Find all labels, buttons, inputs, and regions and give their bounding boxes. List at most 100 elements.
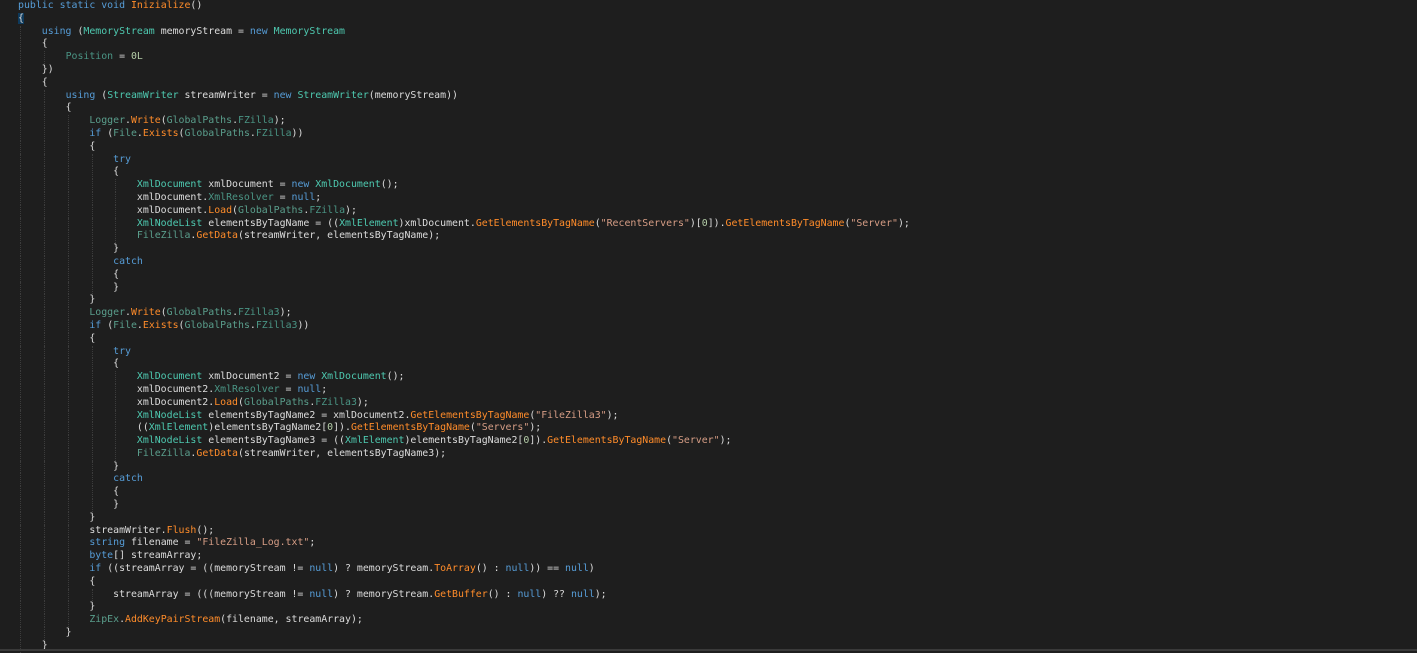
code-line[interactable]: XmlNodeList elementsByTagName2 = xmlDocu… <box>0 409 1417 423</box>
code-line[interactable]: catch <box>0 255 1417 269</box>
code-line[interactable]: public static void Inizialize() <box>0 0 1417 13</box>
code-line[interactable]: } <box>0 627 1417 640</box>
indent-guide <box>91 153 93 167</box>
code-line[interactable]: try <box>0 345 1417 359</box>
code-line[interactable]: Position = 0L <box>0 51 1417 64</box>
code-line[interactable]: }) <box>0 63 1417 77</box>
indent-guide <box>20 422 21 436</box>
code-line[interactable]: catch <box>0 473 1417 487</box>
code-line[interactable]: Logger.Write(GlobalPaths.FZilla); <box>0 115 1417 128</box>
code-line[interactable]: } <box>0 243 1417 256</box>
indent-guide <box>20 268 21 282</box>
code-line[interactable]: } <box>0 511 1417 525</box>
code-token: } <box>113 243 120 255</box>
code-token: new <box>273 89 298 101</box>
code-line[interactable]: xmlDocument2.XmlResolver = null; <box>0 383 1417 397</box>
code-line[interactable]: FileZilla.GetData(streamWriter, elements… <box>0 230 1417 244</box>
code-token: try <box>113 345 131 357</box>
indent-guide <box>91 371 93 384</box>
code-token: GlobalPaths <box>243 396 310 408</box>
code-line[interactable]: if ((streamArray = ((memoryStream != nul… <box>0 563 1417 576</box>
code-line[interactable]: { <box>0 38 1417 52</box>
code-line[interactable]: { <box>0 166 1417 180</box>
indent-guide <box>67 447 69 461</box>
code-line[interactable]: Logger.Write(GlobalPaths.FZilla3); <box>0 307 1417 320</box>
code-line[interactable]: if (File.Exists(GlobalPaths.FZilla)) <box>0 127 1417 141</box>
indent-guide <box>43 499 45 512</box>
code-line[interactable]: streamWriter.Flush(); <box>0 524 1417 538</box>
indent-guide <box>67 307 69 320</box>
code-token: null <box>309 563 334 575</box>
code-token: (); <box>196 524 215 536</box>
indent-guide <box>115 204 117 218</box>
code-line[interactable]: { <box>0 332 1417 346</box>
code-line[interactable]: XmlDocument xmlDocument = new XmlDocumen… <box>0 179 1417 192</box>
code-token: GetElementsByTagName <box>350 422 470 434</box>
code-token: ]). <box>529 435 548 447</box>
code-line[interactable]: if (File.Exists(GlobalPaths.FZilla3)) <box>0 319 1417 333</box>
code-line[interactable]: try <box>0 153 1417 167</box>
indent-guide <box>20 102 21 116</box>
indent-guide <box>115 179 117 192</box>
code-line[interactable]: streamArray = (((memoryStream != null) ?… <box>0 588 1417 602</box>
indent-guide <box>67 281 69 295</box>
code-line[interactable]: xmlDocument.Load(GlobalPaths.FZilla); <box>0 204 1417 218</box>
code-line[interactable]: { <box>0 76 1417 90</box>
indent-guide <box>43 396 45 410</box>
code-line[interactable]: XmlNodeList elementsByTagName3 = ((XmlEl… <box>0 435 1417 448</box>
code-line[interactable]: } <box>0 294 1417 308</box>
code-line[interactable]: { <box>0 358 1417 372</box>
code-token: ); <box>529 422 542 434</box>
code-line[interactable]: { <box>0 575 1417 589</box>
code-line[interactable]: } <box>0 460 1417 474</box>
code-line[interactable]: using (MemoryStream memoryStream = new M… <box>0 25 1417 39</box>
code-token: new <box>291 179 316 191</box>
code-line[interactable]: { <box>0 486 1417 500</box>
indent-guide <box>43 460 45 474</box>
code-line[interactable]: { <box>0 140 1417 154</box>
indent-guide <box>67 614 69 628</box>
code-line[interactable]: xmlDocument2.Load(GlobalPaths.FZilla3); <box>0 396 1417 410</box>
code-line[interactable]: byte[] streamArray; <box>0 550 1417 564</box>
code-token: StreamWriter <box>297 89 369 101</box>
code-line[interactable]: { <box>0 268 1417 282</box>
code-token: null <box>309 588 334 600</box>
indent-guide <box>91 422 93 436</box>
code-token: null <box>291 191 316 203</box>
code-line[interactable]: { <box>0 102 1417 116</box>
code-line[interactable]: { <box>0 12 1417 26</box>
indent-guide <box>20 358 21 372</box>
code-line[interactable]: using (StreamWriter streamWriter = new S… <box>0 89 1417 103</box>
code-line[interactable]: string filename = "FileZilla_Log.txt"; <box>0 537 1417 551</box>
indent-guide <box>20 307 21 320</box>
code-line[interactable]: FileZilla.GetData(streamWriter, elements… <box>0 447 1417 461</box>
code-line[interactable]: ((XmlElement)elementsByTagName2[0]).GetE… <box>0 422 1417 436</box>
indent-guide <box>67 499 69 512</box>
code-token: ) ? memoryStream. <box>333 588 435 600</box>
code-editor[interactable]: public static void Inizialize(){ using (… <box>0 0 1417 653</box>
code-token: if <box>89 319 108 331</box>
code-line[interactable]: } <box>0 499 1417 512</box>
code-token: GetElementsByTagName <box>547 435 667 447</box>
code-token: = <box>113 51 131 63</box>
indent-guide <box>20 153 21 167</box>
code-line[interactable]: } <box>0 281 1417 295</box>
indent-guide <box>20 230 21 244</box>
indent-guide <box>115 396 117 410</box>
code-line[interactable]: XmlNodeList elementsByTagName = ((XmlEle… <box>0 217 1417 231</box>
code-line[interactable]: ZipEx.AddKeyPairStream(filename, streamA… <box>0 614 1417 628</box>
code-line[interactable]: xmlDocument.XmlResolver = null; <box>0 191 1417 205</box>
code-line[interactable]: } <box>0 601 1417 615</box>
indent-guide <box>43 332 45 346</box>
code-token: { <box>18 12 24 24</box>
code-line[interactable]: XmlDocument xmlDocument2 = new XmlDocume… <box>0 371 1417 384</box>
code-token: null <box>565 563 589 575</box>
